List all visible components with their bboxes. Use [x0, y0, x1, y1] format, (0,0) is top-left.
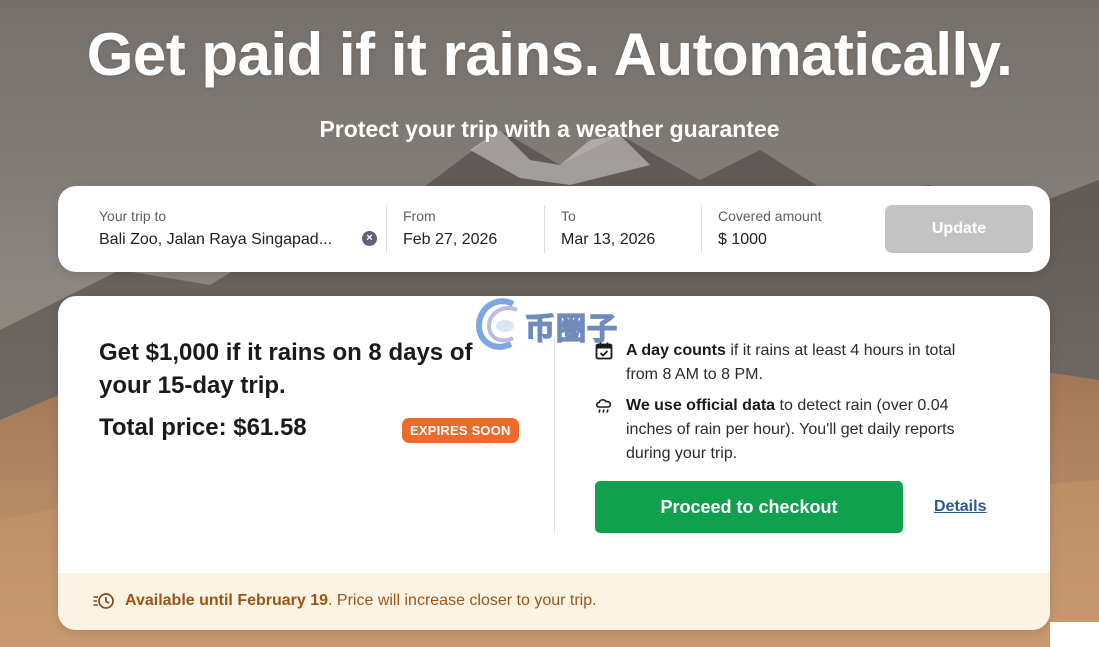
covered-amount-value[interactable]: $ 1000 — [718, 231, 822, 249]
banner-bold-text: Available until February 19 — [125, 592, 329, 609]
to-date-field[interactable]: To Mar 13, 2026 — [561, 208, 655, 249]
to-date-value[interactable]: Mar 13, 2026 — [561, 231, 655, 249]
trip-search-bar: Your trip to Bali Zoo, Jalan Raya Singap… — [58, 186, 1050, 272]
watermark: 币圈子 — [473, 296, 623, 352]
covered-amount-field[interactable]: Covered amount $ 1000 — [718, 208, 822, 249]
clock-fast-icon — [93, 593, 114, 609]
trip-destination-value[interactable]: Bali Zoo, Jalan Raya Singapad... — [99, 231, 332, 249]
hero-title: Get paid if it rains. Automatically. — [86, 21, 1013, 88]
covered-amount-label: Covered amount — [718, 208, 822, 224]
info-row-official-data: We use official data to detect rain (ove… — [594, 394, 974, 466]
info-row-day-counts: A day counts if it rains at least 4 hour… — [594, 339, 974, 387]
info-bold-official-data: We use official data — [626, 397, 776, 414]
info-text-day-counts: A day counts if it rains at least 4 hour… — [626, 339, 974, 387]
banner-detail-text: . Price will increase closer to your tri… — [328, 592, 597, 609]
corner-overlay — [1050, 622, 1099, 647]
total-price: Total price: $61.58 — [99, 414, 307, 441]
expires-soon-badge: EXPIRES SOON — [402, 418, 519, 443]
card-divider — [554, 338, 555, 534]
update-button[interactable]: Update — [885, 205, 1033, 253]
availability-banner: Available until February 19. Price will … — [58, 573, 1050, 630]
offer-headline: Get $1,000 if it rains on 8 days of your… — [99, 339, 473, 399]
info-bold-day-counts: A day counts — [626, 342, 726, 359]
details-link[interactable]: Details — [934, 498, 986, 516]
clear-icon[interactable]: × — [362, 231, 377, 246]
proceed-to-checkout-button[interactable]: Proceed to checkout — [595, 481, 903, 533]
field-divider — [386, 205, 387, 253]
watermark-text: 币圈子 — [524, 311, 618, 347]
hero-subtitle: Protect your trip with a weather guarant… — [319, 116, 780, 142]
info-text-official-data: We use official data to detect rain (ove… — [626, 394, 974, 466]
from-date-value[interactable]: Feb 27, 2026 — [403, 231, 497, 249]
trip-destination-label: Your trip to — [99, 208, 167, 224]
field-divider — [544, 205, 545, 253]
from-date-label: From — [403, 208, 436, 224]
field-divider — [701, 205, 702, 253]
banner-text: Available until February 19. Price will … — [125, 592, 597, 610]
to-date-label: To — [561, 208, 576, 224]
from-date-field[interactable]: From Feb 27, 2026 — [403, 208, 497, 249]
rain-cloud-icon — [595, 399, 612, 413]
watermark-logo-icon — [475, 298, 518, 350]
trip-destination-field[interactable]: Your trip to Bali Zoo, Jalan Raya Singap… — [99, 208, 332, 249]
